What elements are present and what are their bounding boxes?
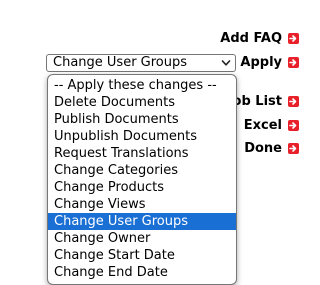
dropdown-option[interactable]: Unpublish Documents <box>48 128 236 145</box>
bulk-action-select[interactable]: Change User Groups <box>46 54 236 72</box>
red-arrow-go-icon <box>288 57 299 68</box>
bulk-action-options-list[interactable]: -- Apply these changes -- Delete Document… <box>47 74 237 285</box>
chevron-down-icon <box>221 60 231 66</box>
red-arrow-go-icon <box>288 120 299 131</box>
red-arrow-go-icon <box>288 96 299 107</box>
dropdown-option[interactable]: Change Categories <box>48 162 236 179</box>
dropdown-option[interactable]: -- Apply these changes -- <box>48 77 236 94</box>
dropdown-option[interactable]: Change User Groups <box>48 213 236 230</box>
excel-label: Excel <box>243 118 282 133</box>
add-faq-link[interactable]: Add FAQ <box>220 31 299 46</box>
dropdown-option[interactable]: Change Owner <box>48 230 236 247</box>
apply-label: Apply <box>240 55 282 70</box>
job-list-link[interactable]: Job List <box>228 94 299 109</box>
dropdown-option[interactable]: Publish Documents <box>48 111 236 128</box>
dropdown-option[interactable]: Change Views <box>48 196 236 213</box>
dropdown-option[interactable]: Change Start Date <box>48 247 236 264</box>
bulk-action-select-value: Change User Groups <box>53 55 188 70</box>
dropdown-option[interactable]: Request Translations <box>48 145 236 162</box>
done-label: Done <box>244 141 282 156</box>
red-arrow-go-icon <box>288 33 299 44</box>
dropdown-option[interactable]: Delete Documents <box>48 94 236 111</box>
excel-link[interactable]: Excel <box>244 118 299 133</box>
red-arrow-go-icon <box>288 143 299 154</box>
add-faq-label: Add FAQ <box>220 31 282 46</box>
apply-link[interactable]: Apply <box>240 55 299 70</box>
dropdown-option[interactable]: Change Products <box>48 179 236 196</box>
dropdown-option[interactable]: Change End Date <box>48 264 236 281</box>
done-link[interactable]: Done <box>244 141 299 156</box>
